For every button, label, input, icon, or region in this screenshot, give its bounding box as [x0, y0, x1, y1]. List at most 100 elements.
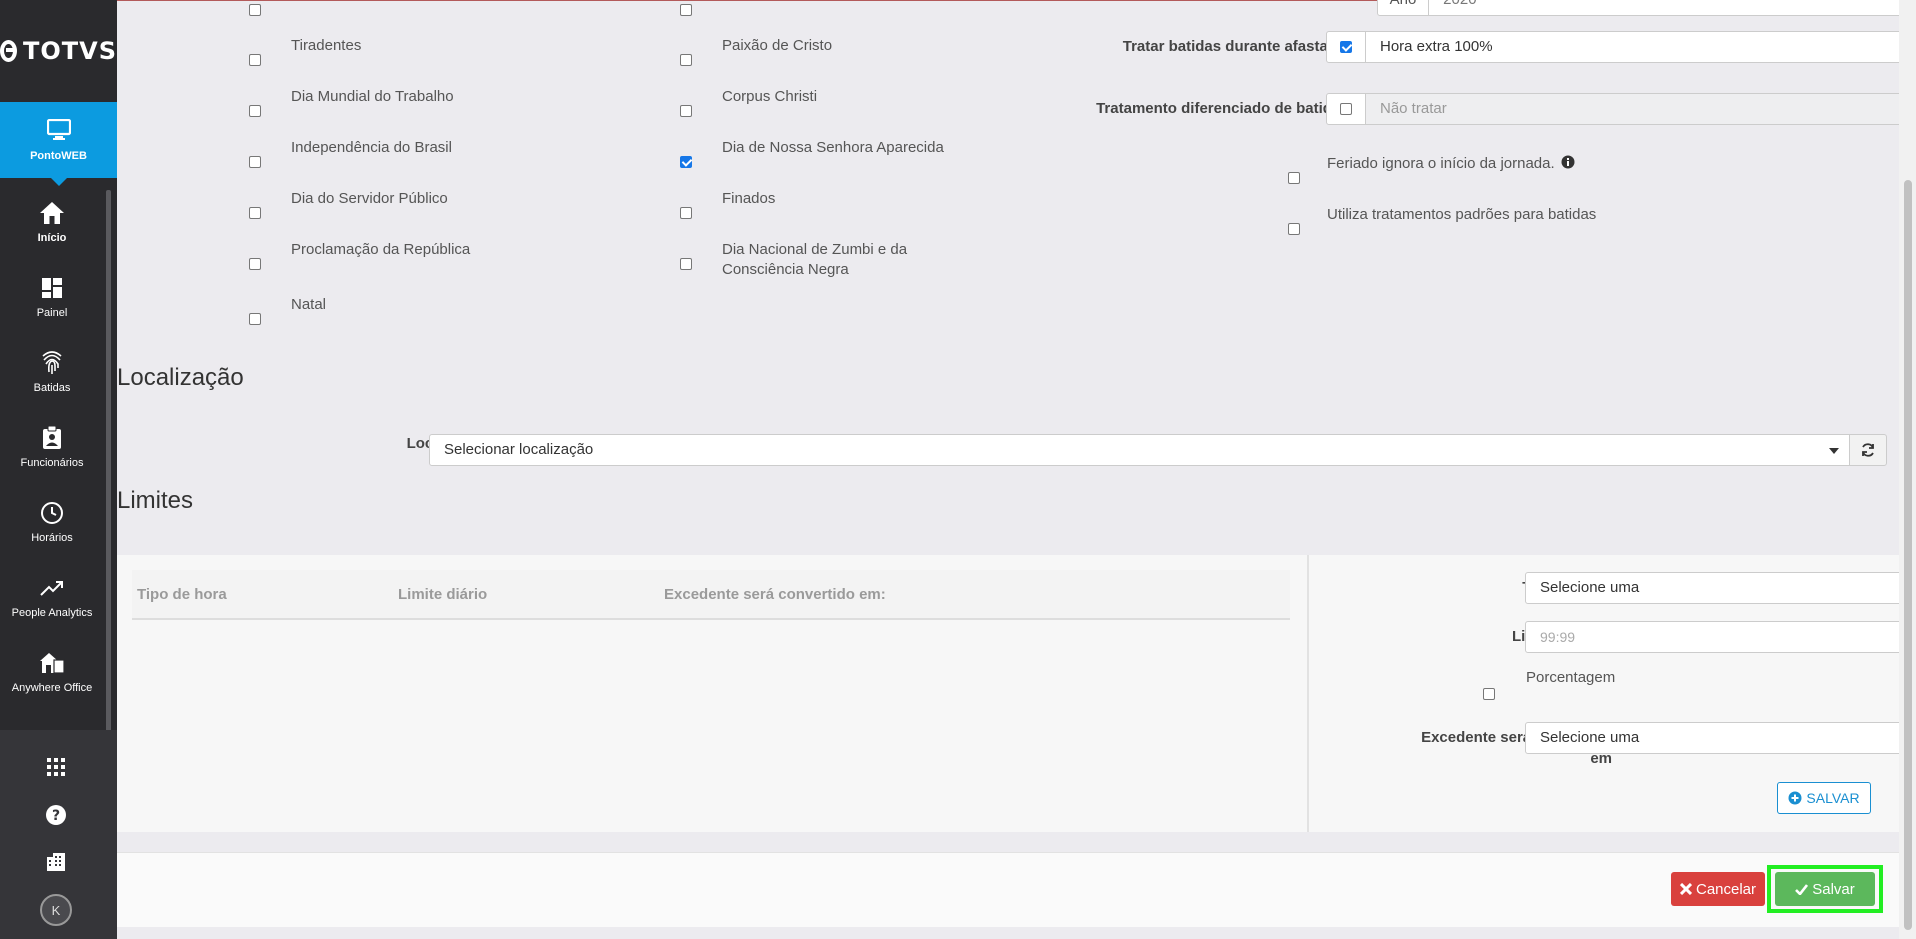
excedente-select-value: Selecione uma [1540, 729, 1640, 746]
sidebar-item-painel[interactable]: Painel [0, 260, 104, 334]
noturnas-select[interactable]: Não tratar [1365, 93, 1916, 125]
refresh-localizacao-button[interactable] [1849, 434, 1887, 466]
sidebar-item-label: Funcionários [20, 457, 84, 469]
holiday-label: Dia de Nossa Senhora Aparecida [722, 139, 944, 156]
holiday-label: Independência do Brasil [291, 139, 452, 156]
holiday-checkbox-partial[interactable] [680, 4, 692, 16]
localizacao-select[interactable]: Selecionar localização [429, 434, 1850, 466]
holiday-label: Dia Nacional de Zumbi e da Consciência N… [722, 241, 908, 278]
main-content: Ano 2020 Tiradentes Dia Mundial do Traba… [117, 0, 1916, 939]
holiday-label: Dia do Servidor Público [291, 190, 448, 207]
afastamento-addon [1326, 31, 1366, 63]
totvs-logo-mark-icon [0, 40, 17, 62]
limites-title: Limites [117, 487, 194, 514]
sidebar-item-inicio[interactable]: Início [0, 185, 104, 259]
page-scrollbar-thumb[interactable] [1904, 180, 1912, 930]
holiday-label: Natal [291, 296, 327, 313]
sidebar-item-label: Anywhere Office [11, 682, 93, 694]
sidebar-app-pontoweb[interactable]: PontoWEB [0, 102, 117, 186]
sidebar-item-horarios[interactable]: Horários [0, 485, 104, 559]
sidebar-scrollbar[interactable] [106, 190, 111, 735]
holiday-checkbox-dia-mundial-trabalho[interactable] [249, 105, 261, 117]
noturnas-select-value: Não tratar [1380, 100, 1447, 117]
feriado-ignora-text: Feriado ignora o início da jornada. [1327, 155, 1555, 172]
holiday-label: Finados [722, 190, 776, 207]
caret-down-icon [1829, 448, 1839, 454]
tipo-hora-select-value: Selecione uma [1540, 579, 1640, 596]
ano-select[interactable]: Ano 2020 [1377, 0, 1916, 16]
column-header-limite-diario[interactable]: Limite diário [398, 586, 487, 603]
salvar-limite-button[interactable]: SALVAR [1777, 782, 1871, 814]
sidebar-item-label: Horários [31, 532, 73, 544]
ano-value: 2020 [1433, 0, 1476, 8]
sidebar-app-label: PontoWEB [30, 149, 87, 162]
localizacao-title: Localização [117, 364, 244, 391]
home-office-icon [39, 650, 65, 676]
afastamento-checkbox[interactable] [1340, 41, 1352, 53]
holiday-checkbox-corpus-christi[interactable] [680, 105, 692, 117]
sidebar-item-anywhere-office[interactable]: Anywhere Office [0, 635, 104, 709]
holiday-checkbox-zumbi[interactable] [680, 258, 692, 270]
cancel-label: Cancelar [1695, 880, 1757, 898]
tratamentos-padroes-label: Utiliza tratamentos padrões para batidas [1327, 206, 1597, 223]
feriado-ignora-checkbox[interactable] [1288, 172, 1300, 184]
holiday-label: Corpus Christi [722, 88, 818, 105]
holiday-checkbox-nossa-senhora-aparecida[interactable] [680, 156, 692, 168]
apps-grid-icon[interactable] [44, 755, 68, 779]
save-button[interactable]: Salvar [1775, 872, 1875, 906]
holiday-checkbox-finados[interactable] [680, 207, 692, 219]
porcentagem-checkbox[interactable] [1483, 688, 1495, 700]
logo-text: TOTVS [22, 37, 117, 65]
sidebar-item-batidas[interactable]: Batidas [0, 335, 104, 409]
sidebar-item-people-analytics[interactable]: People Analytics [0, 560, 104, 634]
cancel-button[interactable]: Cancelar [1671, 872, 1765, 906]
column-header-excedente[interactable]: Excedente será convertido em: [664, 586, 886, 603]
trend-icon [39, 575, 65, 601]
limite-mensal-input[interactable]: 99:99 [1525, 621, 1916, 653]
holiday-checkbox-partial[interactable] [249, 4, 261, 16]
salvar-limite-label: SALVAR [1806, 790, 1860, 806]
save-label: Salvar [1812, 880, 1855, 898]
avatar[interactable]: K [40, 894, 72, 926]
holiday-checkbox-proclamacao[interactable] [249, 258, 261, 270]
holiday-label: Paixão de Cristo [722, 37, 833, 54]
footer-bar [117, 852, 1899, 927]
refresh-icon [1862, 443, 1874, 457]
totvs-logo[interactable]: TOTVS [0, 0, 117, 102]
column-header-tipo-hora[interactable]: Tipo de hora [137, 586, 227, 603]
holiday-checkbox-natal[interactable] [249, 313, 261, 325]
sidebar-item-label: Batidas [33, 382, 71, 394]
holiday-checkbox-independencia[interactable] [249, 156, 261, 168]
sidebar-item-label: Painel [36, 307, 68, 319]
building-icon[interactable] [44, 850, 68, 874]
close-icon [1679, 883, 1692, 895]
tratamentos-padroes-checkbox[interactable] [1288, 223, 1300, 235]
monitor-icon [46, 118, 71, 144]
holiday-label: Dia Mundial do Trabalho [291, 88, 454, 105]
tipo-hora-select[interactable]: Selecione uma [1525, 572, 1916, 604]
clock-icon [39, 500, 65, 526]
holiday-checkbox-paixao-cristo[interactable] [680, 54, 692, 66]
badge-icon [39, 425, 65, 451]
holiday-label: Proclamação da República [291, 241, 471, 258]
holiday-label: Tiradentes [291, 37, 362, 54]
limites-table-header-line [132, 618, 1290, 620]
info-icon[interactable] [1561, 155, 1575, 169]
noturnas-checkbox[interactable] [1340, 103, 1352, 115]
fingerprint-icon [39, 350, 65, 376]
holiday-checkbox-tiradentes[interactable] [249, 54, 261, 66]
dashboard-icon [39, 275, 65, 301]
feriado-ignora-label: Feriado ignora o início da jornada. [1327, 154, 1575, 174]
noturnas-addon [1326, 93, 1366, 125]
check-icon [1795, 883, 1809, 895]
sidebar-item-funcionarios[interactable]: Funcionários [0, 410, 104, 484]
excedente-select[interactable]: Selecione uma [1525, 722, 1916, 754]
help-icon[interactable]: ? [44, 803, 68, 827]
svg-text:?: ? [52, 808, 60, 824]
afastamento-select-value: Hora extra 100% [1380, 38, 1493, 55]
localizacao-select-value: Selecionar localização [444, 441, 594, 458]
afastamento-select[interactable]: Hora extra 100% [1365, 31, 1916, 63]
plus-circle-icon [1788, 791, 1802, 805]
sidebar-item-label: People Analytics [11, 607, 93, 619]
holiday-checkbox-servidor-publico[interactable] [249, 207, 261, 219]
